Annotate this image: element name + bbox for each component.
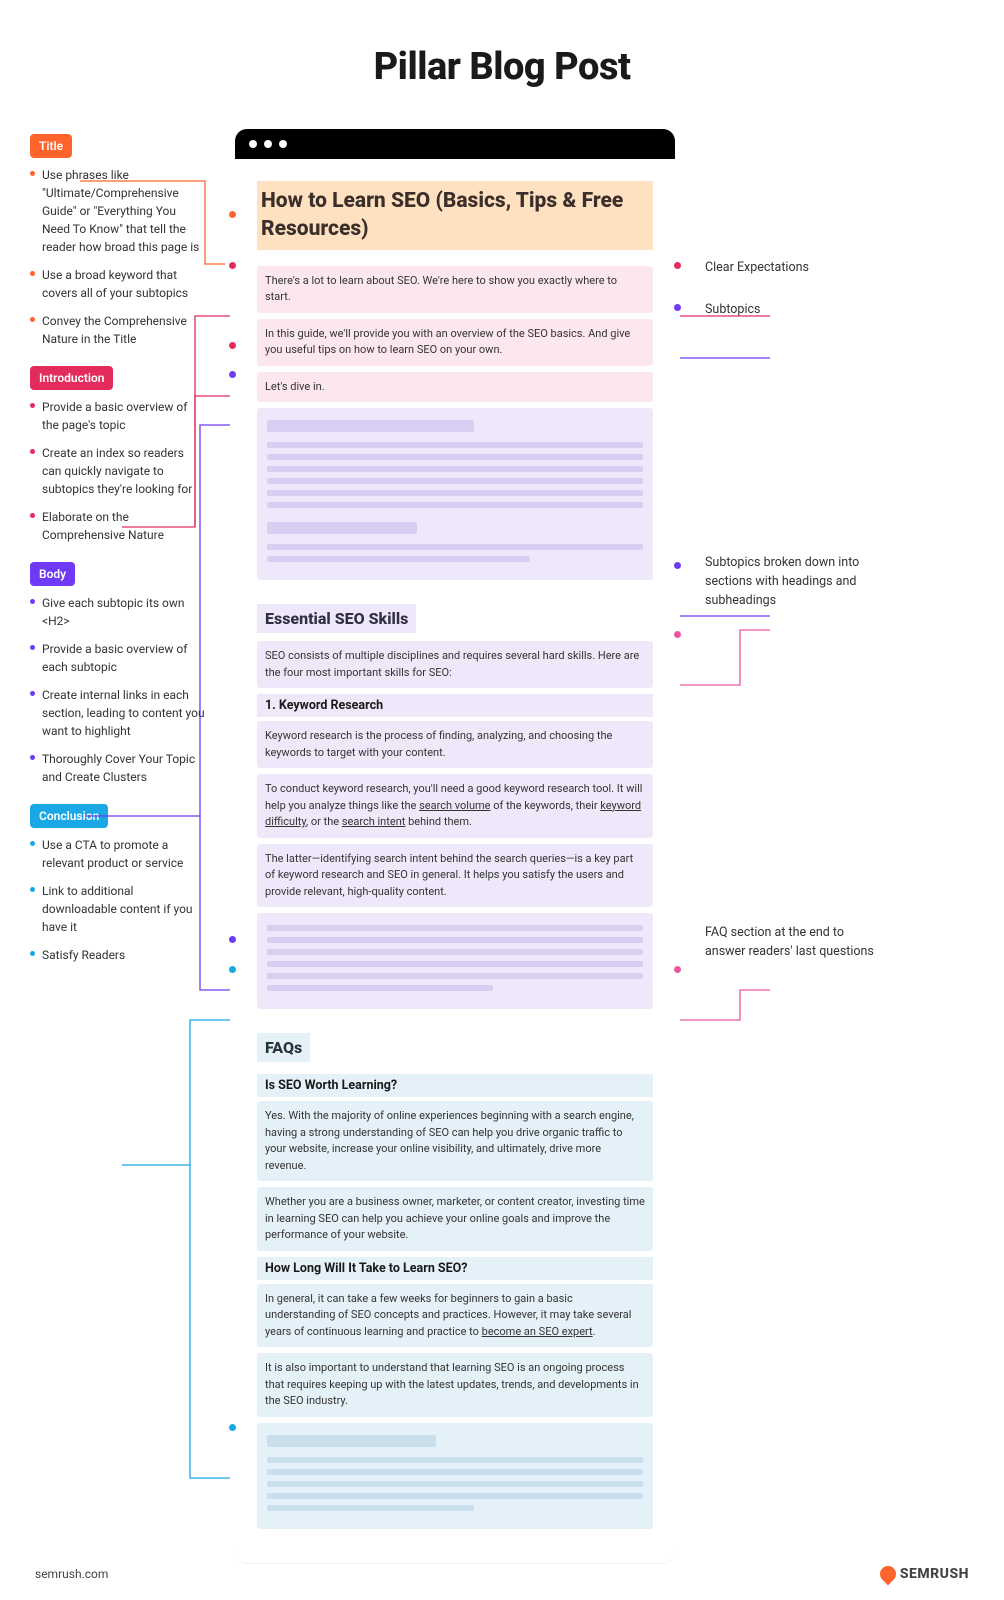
intro-paragraph: There's a lot to learn about SEO. We're … — [257, 266, 653, 313]
body-tip: Thoroughly Cover Your Topic and Create C… — [30, 750, 205, 786]
window-dot-icon — [279, 140, 287, 148]
skeleton-block — [257, 1423, 653, 1529]
annotation-faq-section: FAQ section at the end to answer readers… — [705, 924, 880, 962]
body-paragraph: Keyword research is the process of findi… — [257, 721, 653, 768]
faq-question: How Long Will It Take to Learn SEO? — [257, 1257, 653, 1280]
connector-dot — [229, 342, 236, 349]
faq-answer: It is also important to understand that … — [257, 1353, 653, 1417]
main-wrap: Title Use phrases like "Ultimate/Compreh… — [0, 129, 1004, 1563]
faq-heading: FAQs — [257, 1033, 310, 1062]
conclusion-tip: Satisfy Readers — [30, 946, 205, 964]
skeleton-block — [257, 408, 653, 580]
skeleton-block — [257, 913, 653, 1009]
section-heading: Essential SEO Skills — [257, 604, 416, 633]
connector-dot — [229, 262, 236, 269]
connector-dot — [674, 631, 681, 638]
tag-title: Title — [30, 134, 72, 158]
semrush-logo: SEMRUSH — [880, 1566, 969, 1582]
title-tip: Convey the Comprehensive Nature in the T… — [30, 312, 205, 348]
tag-conclusion: Conclusion — [30, 804, 108, 828]
connector-dot — [674, 562, 681, 569]
connector-dot — [674, 966, 681, 973]
center-column: How to Learn SEO (Basics, Tips & Free Re… — [235, 129, 675, 1563]
annotation-subtopic-sections: Subtopics broken down into sections with… — [705, 554, 880, 610]
intro-paragraph: In this guide, we'll provide you with an… — [257, 319, 653, 366]
blog-post-title: How to Learn SEO (Basics, Tips & Free Re… — [257, 181, 653, 250]
faq-answer: Yes. With the majority of online experie… — [257, 1101, 653, 1181]
section-intro: SEO consists of multiple disciplines and… — [257, 641, 653, 688]
page-title: Pillar Blog Post — [0, 0, 1004, 129]
browser-mock: How to Learn SEO (Basics, Tips & Free Re… — [235, 129, 675, 1563]
window-dot-icon — [264, 140, 272, 148]
brand-text: SEMRUSH — [900, 1566, 969, 1582]
section-title-block: Title Use phrases like "Ultimate/Compreh… — [30, 134, 205, 348]
conclusion-tip: Link to additional downloadable content … — [30, 882, 205, 936]
connector-dot — [229, 966, 236, 973]
connector-dot — [229, 371, 236, 378]
connector-dot — [229, 1424, 236, 1431]
flame-icon — [876, 1563, 899, 1586]
browser-bar — [235, 129, 675, 159]
annotation-subtopics: Subtopics — [705, 301, 760, 320]
body-paragraph: The latter—identifying search intent beh… — [257, 844, 653, 908]
body-tip: Provide a basic overview of each subtopi… — [30, 640, 205, 676]
footer: semrush.com SEMRUSH — [35, 1566, 969, 1582]
faq-answer: Whether you are a business owner, market… — [257, 1187, 653, 1251]
annotation-clear-expectations: Clear Expectations — [705, 259, 809, 278]
window-dot-icon — [249, 140, 257, 148]
browser-body: How to Learn SEO (Basics, Tips & Free Re… — [235, 159, 675, 1563]
section-body-block: Body Give each subtopic its own <H2> Pro… — [30, 562, 205, 786]
intro-tip: Create an index so readers can quickly n… — [30, 444, 205, 498]
title-tip: Use phrases like "Ultimate/Comprehensive… — [30, 166, 205, 256]
tag-body: Body — [30, 562, 75, 586]
connector-dot — [229, 211, 236, 218]
body-paragraph: To conduct keyword research, you'll need… — [257, 774, 653, 838]
intro-tip: Elaborate on the Comprehensive Nature — [30, 508, 205, 544]
connector-dot — [674, 262, 681, 269]
connector-dot — [229, 936, 236, 943]
body-tip: Create internal links in each section, l… — [30, 686, 205, 740]
conclusion-tip: Use a CTA to promote a relevant product … — [30, 836, 205, 872]
title-tip: Use a broad keyword that covers all of y… — [30, 266, 205, 302]
intro-tip: Provide a basic overview of the page's t… — [30, 398, 205, 434]
faq-question: Is SEO Worth Learning? — [257, 1074, 653, 1097]
right-column: Clear Expectations Subtopics Subtopics b… — [705, 129, 880, 1563]
section-conclusion-block: Conclusion Use a CTA to promote a releva… — [30, 804, 205, 964]
intro-paragraph: Let's dive in. — [257, 372, 653, 403]
left-column: Title Use phrases like "Ultimate/Compreh… — [30, 129, 205, 1563]
body-tip: Give each subtopic its own <H2> — [30, 594, 205, 630]
connector-dot — [674, 304, 681, 311]
section-intro-block: Introduction Provide a basic overview of… — [30, 366, 205, 544]
tag-introduction: Introduction — [30, 366, 113, 390]
footer-site: semrush.com — [35, 1567, 108, 1581]
sub-heading: 1. Keyword Research — [257, 694, 653, 717]
faq-answer: In general, it can take a few weeks for … — [257, 1284, 653, 1348]
